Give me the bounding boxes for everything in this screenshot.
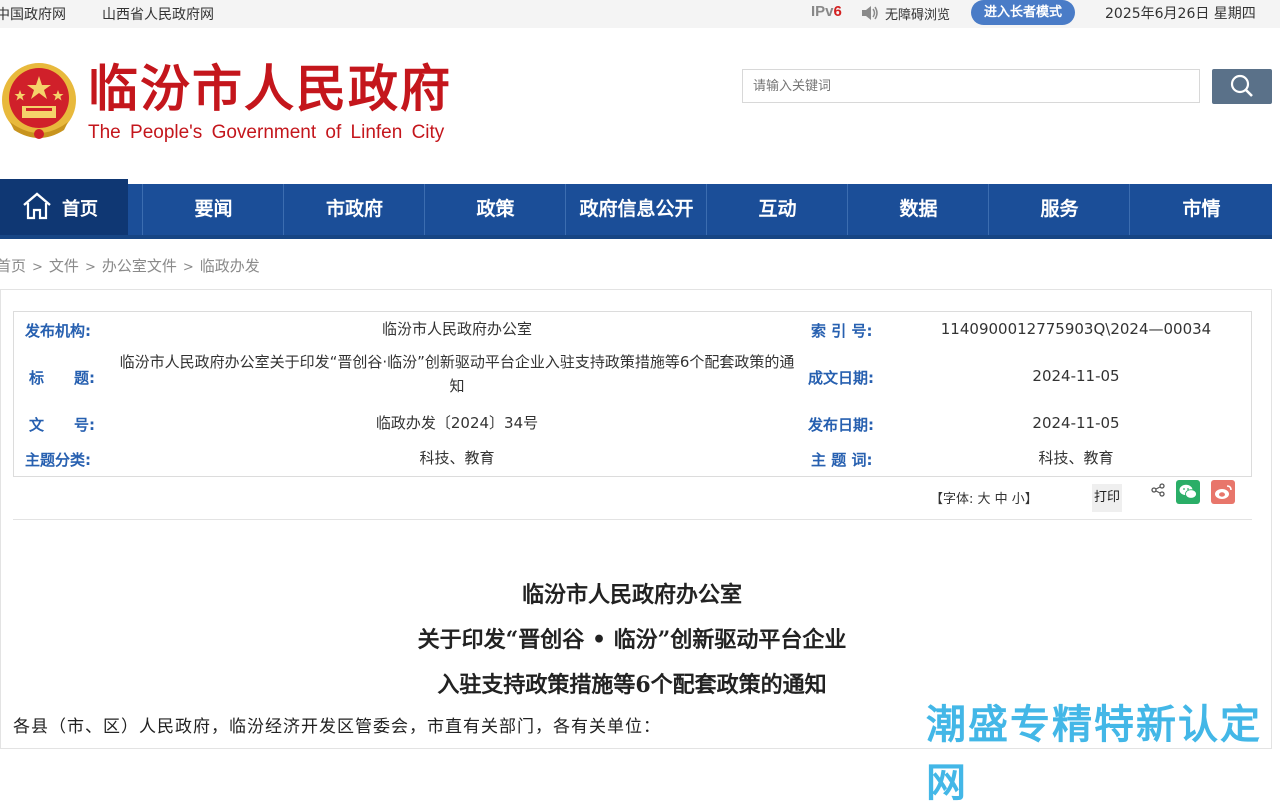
watermark: 潮盛专精特新认定网 bbox=[926, 702, 1262, 806]
search-button[interactable] bbox=[1212, 69, 1272, 104]
breadcrumb-files[interactable]: 文件 bbox=[49, 257, 79, 275]
title-label: 标 题: bbox=[29, 369, 95, 387]
nav-news[interactable]: 要闻 bbox=[142, 184, 284, 235]
ipv6-badge: IPv6 bbox=[811, 3, 842, 20]
breadcrumb-home[interactable]: 首页 bbox=[0, 257, 26, 275]
nav-city-overview[interactable]: 市情 bbox=[1129, 184, 1273, 235]
shanxi-gov-link[interactable]: 山西省人民政府网 bbox=[102, 4, 214, 24]
print-button[interactable]: 打印 bbox=[1092, 484, 1122, 512]
font-size-switcher[interactable]: 【字体: 大 中 小】 bbox=[930, 488, 1038, 507]
breadcrumb: 首页 > 文件 > 办公室文件 > 临政办发 bbox=[0, 255, 260, 276]
index-label: 索 引 号: bbox=[811, 322, 873, 340]
search-icon bbox=[1230, 74, 1253, 97]
breadcrumb-separator: > bbox=[182, 260, 194, 275]
index-value: 1140900012775903Q\2024—00034 bbox=[940, 320, 1212, 338]
weibo-icon bbox=[1215, 485, 1232, 499]
nav-policy[interactable]: 政策 bbox=[424, 184, 566, 235]
publisher-label: 发布机构: bbox=[25, 322, 91, 340]
nav-data[interactable]: 数据 bbox=[847, 184, 989, 235]
current-date: 2025年6月26日 星期四 bbox=[1105, 6, 1256, 22]
published-date-label: 发布日期: bbox=[808, 416, 874, 434]
published-date-value: 2024-11-05 bbox=[1032, 414, 1120, 432]
keywords-value: 科技、教育 bbox=[1038, 449, 1114, 467]
china-gov-link[interactable]: 中国政府网 bbox=[0, 4, 66, 24]
breadcrumb-office-files[interactable]: 办公室文件 bbox=[102, 257, 177, 275]
top-utility-bar: 中国政府网 山西省人民政府网 IPv6 无障碍浏览 进入长者模式 2025年6月… bbox=[0, 0, 1280, 28]
nav-services[interactable]: 服务 bbox=[988, 184, 1130, 235]
created-date-label: 成文日期: bbox=[808, 369, 874, 387]
document-metadata-table: 发布机构: 临汾市人民政府办公室 索 引 号: 1140900012775903… bbox=[13, 311, 1252, 477]
national-emblem-icon bbox=[2, 63, 76, 139]
keywords-label: 主 题 词: bbox=[811, 451, 873, 469]
nav-city-government[interactable]: 市政府 bbox=[283, 184, 425, 235]
site-title: 临汾市人民政府 bbox=[88, 59, 452, 118]
nav-interaction[interactable]: 互动 bbox=[706, 184, 848, 235]
nav-info-disclosure[interactable]: 政府信息公开 bbox=[565, 184, 707, 235]
home-icon bbox=[23, 192, 51, 220]
elder-mode-button[interactable]: 进入长者模式 bbox=[971, 0, 1075, 25]
divider bbox=[13, 519, 1252, 520]
doc-number-label: 文 号: bbox=[29, 416, 95, 434]
share-icon[interactable] bbox=[1151, 483, 1165, 497]
search-input[interactable] bbox=[742, 69, 1200, 103]
document-title-line-1: 临汾市人民政府办公室 bbox=[521, 582, 742, 608]
breadcrumb-separator: > bbox=[32, 260, 43, 275]
wechat-share-button[interactable] bbox=[1176, 480, 1200, 504]
site-subtitle-en: The People's Government of Linfen City bbox=[88, 122, 445, 143]
doc-number-value: 临政办发〔2024〕34号 bbox=[375, 414, 539, 432]
speaker-icon bbox=[862, 6, 878, 20]
breadcrumb-separator: > bbox=[84, 260, 96, 275]
accessibility-link[interactable]: 无障碍浏览 bbox=[885, 4, 950, 23]
created-date-value: 2024-11-05 bbox=[1032, 367, 1120, 385]
main-nav: 首页 要闻 市政府 政策 政府信息公开 互动 数据 服务 市情 bbox=[0, 179, 1273, 239]
document-salutation: 各县（市、区）人民政府，临汾经济开发区管委会，市直有关部门，各有关单位： bbox=[13, 717, 661, 737]
category-value: 科技、教育 bbox=[419, 449, 495, 467]
category-label: 主题分类: bbox=[25, 451, 91, 469]
title-value: 临汾市人民政府办公室关于印发“晋创谷·临汾”创新驱动平台企业入驻支持政策措施等6… bbox=[119, 353, 795, 395]
nav-home-label: 首页 bbox=[62, 199, 98, 220]
wechat-icon bbox=[1179, 484, 1197, 499]
document-title-line-2: 关于印发“晋创谷 • 临汾”创新驱动平台企业 bbox=[417, 627, 847, 653]
publisher-value: 临汾市人民政府办公室 bbox=[381, 320, 532, 338]
breadcrumb-current[interactable]: 临政办发 bbox=[200, 257, 260, 275]
nav-home[interactable]: 首页 bbox=[0, 179, 128, 235]
weibo-share-button[interactable] bbox=[1211, 480, 1235, 504]
